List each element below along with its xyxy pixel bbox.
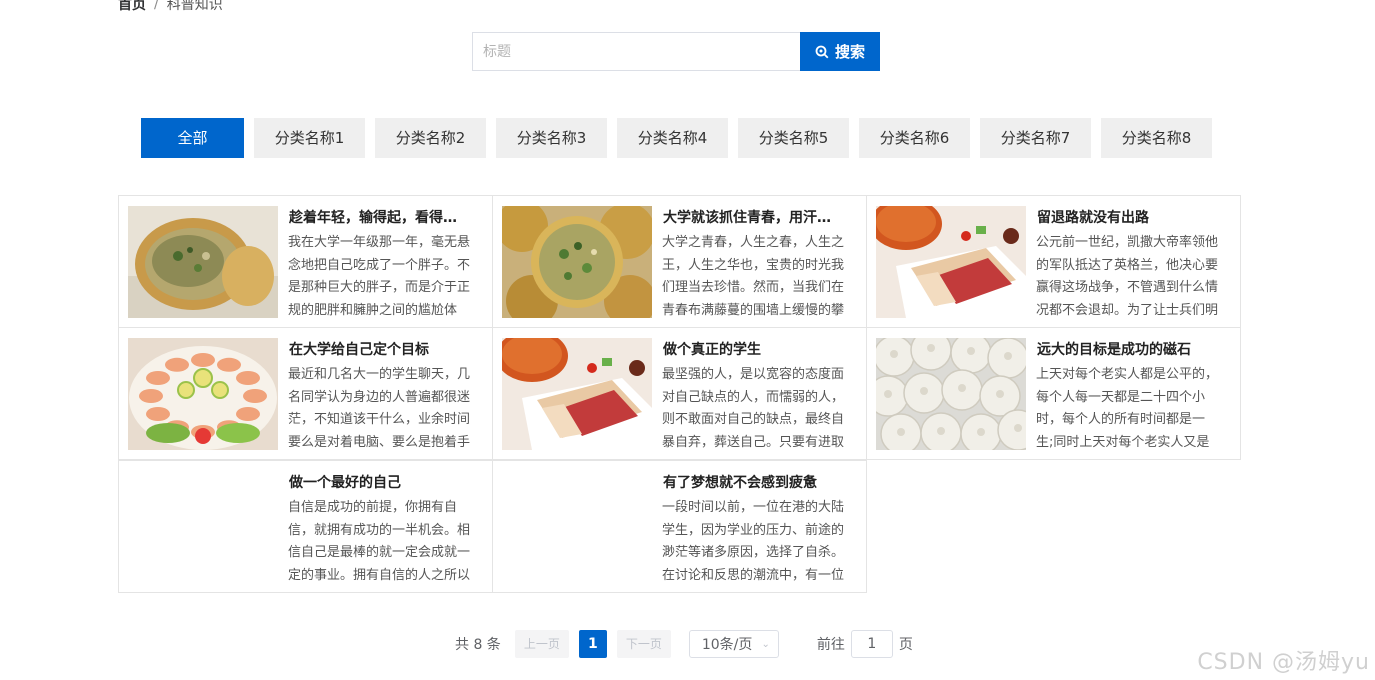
next-page-button[interactable]: 下一页	[616, 630, 671, 658]
pagination: 共 8 条 上一页 1 下一页 10条/页 ⌄ 前往 页	[455, 630, 913, 658]
page-size-value: 10条/页	[701, 637, 753, 653]
tab-category-2[interactable]: 分类名称2	[375, 118, 486, 158]
article-thumbnail[interactable]	[128, 206, 278, 318]
article-row: 趁着年轻，输得起，看得… 我在大学一年级那一年，毫无悬念地把自己吃成了一个胖子。不…	[118, 195, 1243, 328]
article-title[interactable]: 做个真正的学生	[663, 339, 848, 359]
article-card[interactable]: 有了梦想就不会感到疲惫一段时间以前，一位在港的大陆学生，因为学业的压力、前途的渺…	[492, 460, 867, 593]
article-card[interactable]: 远大的目标是成功的磁石上天对每个老实人都是公平的，每个人每一天都是二十四个小时，…	[866, 327, 1241, 460]
prev-page-button[interactable]: 上一页	[514, 630, 569, 658]
page-jumper: 前往 页	[817, 630, 913, 658]
article-row: 在大学给自己定个目标最近和几名大一的学生聊天，几名同学认为身边的人普遍都很迷茫，…	[118, 327, 1243, 461]
article-thumbnail[interactable]	[502, 471, 652, 583]
article-card[interactable]: 做个真正的学生最坚强的人，是以宽容的态度面对自己缺点的人，而懦弱的人，则不敢面对…	[492, 327, 867, 460]
chevron-down-icon: ⌄	[761, 638, 770, 650]
search-input[interactable]	[472, 32, 800, 71]
article-card[interactable]: 大学就该抓住青春，用汗… 大学之青春，人生之春，人生之王，人生之华也，宝贵的时光我…	[492, 195, 867, 328]
article-summary: 最坚强的人，是以宽容的态度面对自己缺点的人，而懦弱的人，则不敢面对自己的缺点，最…	[662, 367, 845, 450]
page-suffix: 页	[898, 637, 913, 653]
article-summary: 大学之青春，人生之春，人生之王，人生之华也，宝贵的时光我们理当去珍惜。然而，当我…	[662, 235, 845, 318]
breadcrumb: 首页 / 科普知识	[118, 0, 223, 14]
category-tabs: 全部 分类名称1 分类名称2 分类名称3 分类名称4 分类名称5 分类名称6 分类名称7 分类名…	[141, 118, 1212, 158]
article-thumbnail[interactable]	[876, 206, 1026, 318]
article-title[interactable]: 做一个最好的自己	[289, 472, 474, 492]
breadcrumb-home[interactable]: 首页	[118, 0, 146, 14]
article-summary: 公元前一世纪，凯撒大帝率领他的军队抵达了英格兰，他决心要赢得这场战争，不管遇到什…	[1036, 235, 1219, 318]
search-bar: 搜索	[472, 32, 880, 71]
article-card[interactable]: 留退路就没有出路公元前一世纪，凯撒大帝率领他的军队抵达了英格兰，他决心要赢得这场…	[866, 195, 1241, 328]
goto-page-input[interactable]	[850, 630, 893, 658]
article-summary: 上天对每个老实人都是公平的，每个人每一天都是二十四个小时，每个人的所有时间都是一…	[1036, 367, 1219, 450]
article-thumbnail[interactable]	[502, 338, 652, 450]
article-thumbnail[interactable]	[876, 338, 1026, 450]
tab-category-1[interactable]: 分类名称1	[254, 118, 365, 158]
tab-category-8[interactable]: 分类名称8	[1101, 118, 1212, 158]
tab-category-6[interactable]: 分类名称6	[859, 118, 970, 158]
tab-all[interactable]: 全部	[141, 118, 244, 158]
search-button[interactable]: 搜索	[800, 32, 880, 71]
search-icon	[815, 45, 829, 58]
watermark: CSDN @汤姆yu	[1197, 650, 1370, 675]
article-summary: 我在大学一年级那一年，毫无悬念地把自己吃成了一个胖子。不是那种巨大的胖子，而是介…	[288, 235, 471, 318]
pagination-total: 共 8 条	[455, 637, 501, 653]
goto-label: 前往	[816, 637, 845, 653]
tab-category-4[interactable]: 分类名称4	[617, 118, 728, 158]
breadcrumb-separator: /	[154, 0, 159, 12]
tab-category-3[interactable]: 分类名称3	[496, 118, 607, 158]
article-title[interactable]: 大学就该抓住青春，用汗…	[663, 207, 848, 227]
article-row: 做一个最好的自己自信是成功的前提，你拥有自信，就拥有成功的一半机会。相信自己是最…	[118, 460, 1243, 594]
article-title[interactable]: 留退路就没有出路	[1037, 207, 1222, 227]
article-summary: 一段时间以前，一位在港的大陆学生，因为学业的压力、前途的渺茫等诸多原因，选择了自…	[662, 500, 845, 583]
tab-category-7[interactable]: 分类名称7	[980, 118, 1091, 158]
article-card[interactable]: 趁着年轻，输得起，看得… 我在大学一年级那一年，毫无悬念地把自己吃成了一个胖子。不…	[118, 195, 493, 328]
article-summary: 自信是成功的前提，你拥有自信，就拥有成功的一半机会。相信自己是最棒的就一定会成就…	[288, 500, 471, 583]
article-thumbnail[interactable]	[128, 338, 278, 450]
search-button-label: 搜索	[834, 43, 865, 61]
article-title[interactable]: 趁着年轻，输得起，看得…	[289, 207, 474, 227]
article-summary: 最近和几名大一的学生聊天，几名同学认为身边的人普遍都很迷茫，不知道该干什么，业余…	[288, 367, 471, 450]
article-title[interactable]: 有了梦想就不会感到疲惫	[663, 472, 848, 492]
article-thumbnail[interactable]	[128, 471, 278, 583]
page: 首页 / 科普知识 搜索 全部分类名称1分类名称2分类名称3分类名称4分类名称5…	[0, 0, 1375, 680]
article-card[interactable]: 在大学给自己定个目标最近和几名大一的学生聊天，几名同学认为身边的人普遍都很迷茫，…	[118, 327, 493, 460]
page-number-current[interactable]: 1	[578, 630, 607, 658]
article-thumbnail[interactable]	[502, 206, 652, 318]
page-size-select[interactable]: 10条/页 ⌄	[688, 630, 779, 658]
article-title[interactable]: 远大的目标是成功的磁石	[1037, 339, 1222, 359]
article-title[interactable]: 在大学给自己定个目标	[289, 339, 474, 359]
article-grid: 趁着年轻，输得起，看得… 我在大学一年级那一年，毫无悬念地把自己吃成了一个胖子。不…	[118, 195, 1243, 594]
article-card[interactable]: 做一个最好的自己自信是成功的前提，你拥有自信，就拥有成功的一半机会。相信自己是最…	[118, 460, 493, 593]
tab-category-5[interactable]: 分类名称5	[738, 118, 849, 158]
breadcrumb-current: 科普知识	[166, 0, 223, 13]
